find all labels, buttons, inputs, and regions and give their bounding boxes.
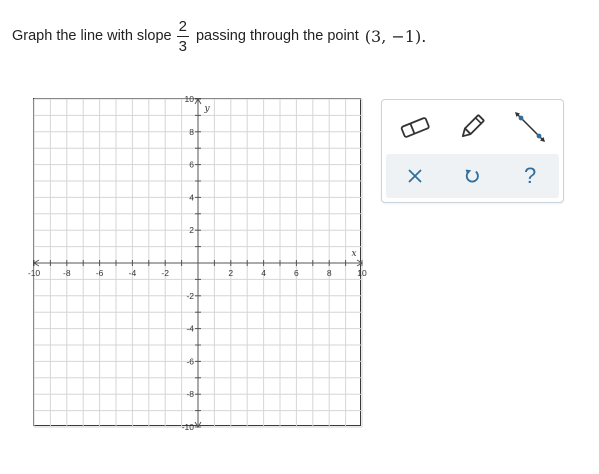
graph-canvas[interactable]: -10 -8 -6 -4 -2 2 4 6 8 10 10 8 6 4 2 -2 -4 -6 -8 -10 x y: [28, 94, 367, 432]
action-buttons-row: ?: [386, 154, 559, 198]
question-middle: passing through the point: [195, 28, 359, 44]
x-tick-label: 2: [228, 268, 233, 278]
slope-fraction: 2 3: [176, 17, 189, 55]
coordinate-plane[interactable]: -10 -8 -6 -4 -2 2 4 6 8 10 10 8 6 4 2 -2 -4 -6 -8 -10 x y: [28, 94, 367, 432]
help-button[interactable]: ?: [506, 156, 554, 196]
pencil-tool[interactable]: [448, 107, 496, 147]
x-axis-label: x: [351, 249, 356, 259]
help-icon: ?: [524, 163, 537, 188]
x-tick-label: 8: [327, 268, 332, 278]
x-tick-label: -10: [28, 268, 41, 278]
slope-numerator: 2: [178, 17, 187, 35]
y-tick-label: -4: [186, 324, 194, 334]
y-tick-label: 8: [189, 127, 194, 137]
y-tick-label: 6: [189, 160, 194, 170]
eraser-icon: [400, 117, 430, 138]
y-tick-label: -8: [186, 389, 194, 399]
y-tick-label: 2: [189, 225, 194, 235]
line-tool[interactable]: [506, 107, 554, 147]
tool-panel: ?: [381, 99, 564, 203]
x-tick-label: -4: [129, 268, 137, 278]
x-tick-label: -6: [96, 268, 104, 278]
x-tick-label: 6: [294, 268, 299, 278]
x-tick-label: 10: [357, 268, 367, 278]
pencil-icon: [462, 114, 485, 138]
x-tick-label: -8: [63, 268, 71, 278]
x-tick-label: -2: [161, 268, 169, 278]
y-tick-label: -2: [186, 291, 194, 301]
undo-button[interactable]: [448, 156, 496, 196]
y-tick-label: 4: [189, 192, 194, 202]
y-tick-label: -10: [182, 422, 195, 432]
point-coordinates: (3, −1).: [364, 26, 427, 46]
y-tick-label: -6: [186, 356, 194, 366]
undo-icon: [466, 169, 480, 183]
question-text: Graph the line with slope 2 3 passing th…: [12, 14, 426, 58]
y-axis-label: y: [203, 104, 210, 114]
clear-button[interactable]: [391, 156, 439, 196]
x-tick-label: 4: [261, 268, 266, 278]
drawing-tools-row: [386, 105, 559, 149]
fraction-bar: [176, 35, 189, 37]
question-prefix: Graph the line with slope: [12, 28, 172, 44]
slope-denominator: 3: [178, 37, 187, 55]
close-icon: [408, 169, 422, 183]
eraser-tool[interactable]: [391, 107, 439, 147]
line-tool-icon: [515, 112, 546, 142]
y-tick-label: 10: [185, 94, 195, 104]
